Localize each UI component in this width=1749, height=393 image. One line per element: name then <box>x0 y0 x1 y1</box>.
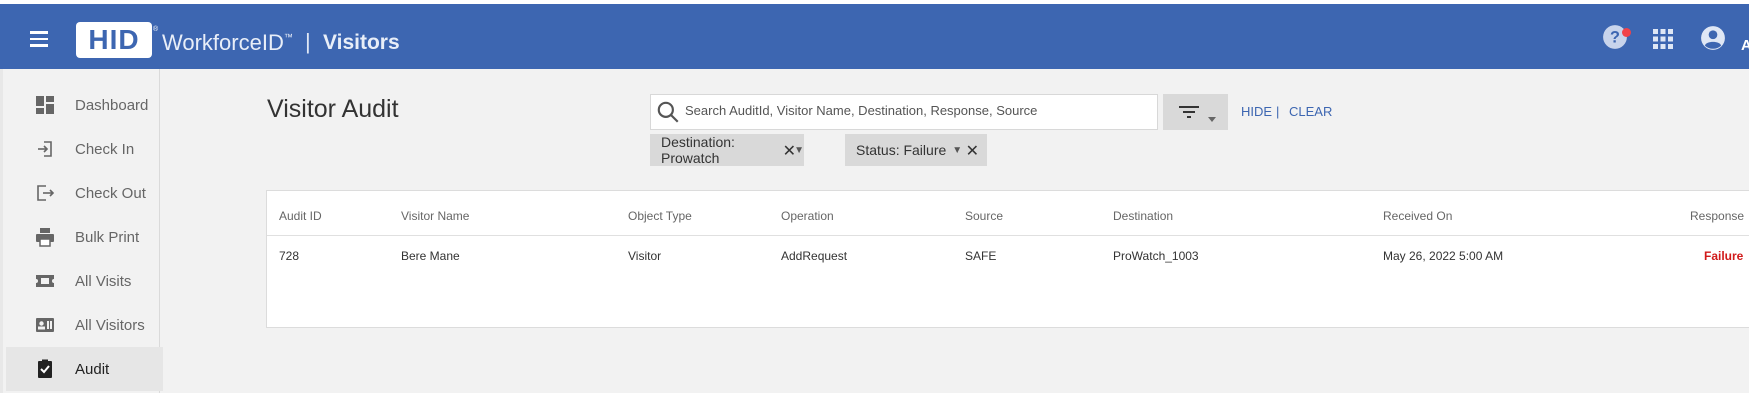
sidebar-item-label: Check Out <box>75 184 146 202</box>
dashboard-icon <box>34 94 56 116</box>
notification-dot <box>1622 28 1631 37</box>
user-initial[interactable]: A <box>1741 37 1749 54</box>
app-name: Visitors <box>323 31 400 54</box>
filter-chip-destination[interactable]: Destination: Prowatch ▼ ✕ <box>650 134 804 166</box>
account-icon[interactable] <box>1700 25 1726 56</box>
cell-object-type: Visitor <box>628 249 662 263</box>
column-header-audit-id[interactable]: Audit ID <box>279 209 322 223</box>
top-app-bar: HID ® WorkforceID™ | Visitors ? A <box>0 0 1749 69</box>
check-out-icon <box>34 182 56 204</box>
sidebar-item-dashboard[interactable]: Dashboard <box>6 83 163 127</box>
link-separator: | <box>1276 104 1280 119</box>
column-header-object-type[interactable]: Object Type <box>628 209 692 223</box>
column-header-source[interactable]: Source <box>965 209 1003 223</box>
sidebar-item-label: Dashboard <box>75 96 149 114</box>
audit-table: Audit ID Visitor Name Object Type Operat… <box>266 190 1749 328</box>
close-icon[interactable]: ✕ <box>966 141 979 161</box>
header-divider <box>267 235 1749 236</box>
cell-visitor-name: Bere Mane <box>401 249 460 263</box>
cell-source: SAFE <box>965 249 997 263</box>
sidebar-item-label: Audit <box>75 360 110 378</box>
chip-label[interactable]: Destination: Prowatch <box>661 134 788 166</box>
product-trademark: ™ <box>283 32 293 42</box>
column-header-response[interactable]: Response <box>1690 209 1744 223</box>
filter-menu-button[interactable] <box>1163 94 1228 130</box>
sidebar-item-label: All Visits <box>75 272 132 290</box>
sidebar: Dashboard Check In Check Out Bulk Print … <box>0 69 163 393</box>
sidebar-item-label: Check In <box>75 140 135 158</box>
header-separator: | <box>305 29 311 54</box>
sidebar-item-check-in[interactable]: Check In <box>6 127 163 171</box>
clear-filters-link[interactable]: CLEAR <box>1289 104 1332 119</box>
column-header-operation[interactable]: Operation <box>781 209 834 223</box>
search-input[interactable] <box>685 103 1145 118</box>
chip-label[interactable]: Status: Failure <box>856 142 946 158</box>
caret-down-icon[interactable]: ▼ <box>952 145 962 156</box>
product-name: WorkforceID™ <box>162 30 293 56</box>
cell-destination: ProWatch_1003 <box>1113 249 1199 263</box>
hid-logo: HID <box>76 22 152 58</box>
id-card-icon <box>34 314 56 336</box>
sidebar-item-check-out[interactable]: Check Out <box>6 171 163 215</box>
cell-audit-id: 728 <box>279 249 300 263</box>
hide-filters-link[interactable]: HIDE <box>1241 104 1272 119</box>
product-name-text: WorkforceID <box>162 30 284 55</box>
cell-response: Failure <box>1704 249 1744 263</box>
svg-text:?: ? <box>1610 28 1620 46</box>
column-header-received-on[interactable]: Received On <box>1383 209 1452 223</box>
sidebar-item-all-visits[interactable]: All Visits <box>6 259 163 303</box>
ticket-icon <box>34 270 56 292</box>
chevron-down-icon <box>1207 110 1217 128</box>
filter-chip-status[interactable]: Status: Failure ▼ ✕ <box>845 134 987 166</box>
apps-grid-icon[interactable] <box>1652 28 1674 55</box>
close-icon[interactable]: ✕ <box>783 141 796 161</box>
menu-icon[interactable] <box>26 27 56 51</box>
sidebar-item-bulk-print[interactable]: Bulk Print <box>6 215 163 259</box>
cell-received-on: May 26, 2022 5:00 AM <box>1383 249 1504 263</box>
sidebar-item-audit[interactable]: Audit <box>6 347 163 391</box>
search-bar[interactable] <box>650 94 1158 130</box>
search-icon[interactable] <box>655 99 681 130</box>
sidebar-item-all-visitors[interactable]: All Visitors <box>6 303 163 347</box>
page-title: Visitor Audit <box>267 95 399 123</box>
sidebar-item-label: Bulk Print <box>75 228 140 246</box>
filter-icon <box>1179 104 1199 125</box>
column-header-destination[interactable]: Destination <box>1113 209 1173 223</box>
check-in-icon <box>34 138 56 160</box>
printer-icon <box>34 226 56 248</box>
column-header-visitor-name[interactable]: Visitor Name <box>401 209 469 223</box>
clipboard-check-icon <box>34 358 56 380</box>
cell-operation: AddRequest <box>781 249 848 263</box>
logo-registered-mark: ® <box>153 26 159 33</box>
sidebar-item-label: All Visitors <box>75 316 145 334</box>
